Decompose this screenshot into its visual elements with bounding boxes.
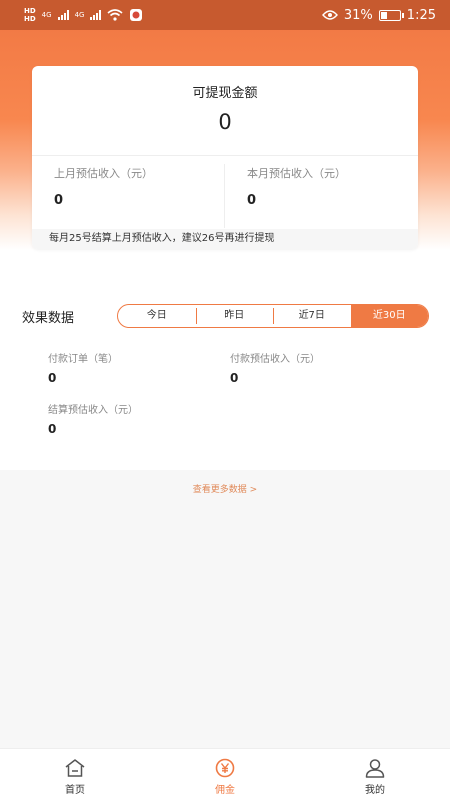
battery-percent: 31%	[343, 7, 373, 23]
yen-coin-icon	[215, 758, 235, 778]
signal-icon	[57, 10, 69, 20]
last-month-label: 上月预估收入（元）	[54, 167, 153, 180]
settlement-note: 每月25号结算上月预估收入，建议26号再进行提现	[32, 229, 418, 249]
this-month-value: 0	[247, 193, 257, 208]
paid-income-label: 付款预估收入（元）	[230, 354, 320, 365]
paid-income-value: 0	[230, 371, 239, 385]
this-month-label: 本月预估收入（元）	[247, 167, 346, 180]
settled-income-label: 结算预估收入（元）	[48, 405, 138, 416]
withdrawable-title: 可提现金额	[192, 86, 258, 101]
period-selector: 今日 昨日 近7日 近30日	[117, 304, 429, 328]
network-label: 4G	[41, 11, 52, 19]
balance-card: 可提现金额 0 上月预估收入（元） 0 本月预估收入（元） 0 每月25号结算上…	[32, 66, 418, 249]
network-label: 4G	[74, 11, 85, 19]
tab-today[interactable]: 今日	[118, 305, 196, 327]
hd-icon: HD HD	[24, 7, 36, 23]
paid-orders-value: 0	[48, 371, 57, 385]
withdrawable-amount: 0	[218, 110, 232, 134]
view-more-link[interactable]: 查看更多数据 >	[0, 482, 450, 495]
tab-home[interactable]: 首页	[0, 749, 150, 800]
paid-orders-label: 付款订单（笔）	[48, 354, 118, 365]
user-icon	[365, 759, 385, 778]
tab-last-7-days[interactable]: 近7日	[273, 305, 351, 327]
status-bar: HD HD 4G 4G 31% 1:25	[0, 0, 450, 30]
performance-title: 效果数据	[22, 311, 75, 326]
tab-commission[interactable]: 佣金	[150, 749, 300, 800]
tab-mine[interactable]: 我的	[300, 749, 450, 800]
battery-icon	[378, 9, 404, 21]
settled-income-value: 0	[48, 422, 57, 436]
tab-last-30-days[interactable]: 近30日	[350, 305, 428, 327]
wifi-icon	[107, 9, 123, 21]
last-month-value: 0	[54, 193, 64, 208]
tab-yesterday[interactable]: 昨日	[195, 305, 274, 327]
signal-icon	[90, 10, 102, 20]
bottom-tab-bar: 首页 佣金 我的	[0, 748, 450, 800]
eye-icon	[321, 10, 338, 20]
app-notification-icon	[130, 9, 143, 21]
divider	[32, 155, 418, 156]
clock: 1:25	[406, 7, 436, 23]
home-icon	[65, 759, 85, 777]
divider	[224, 164, 225, 228]
